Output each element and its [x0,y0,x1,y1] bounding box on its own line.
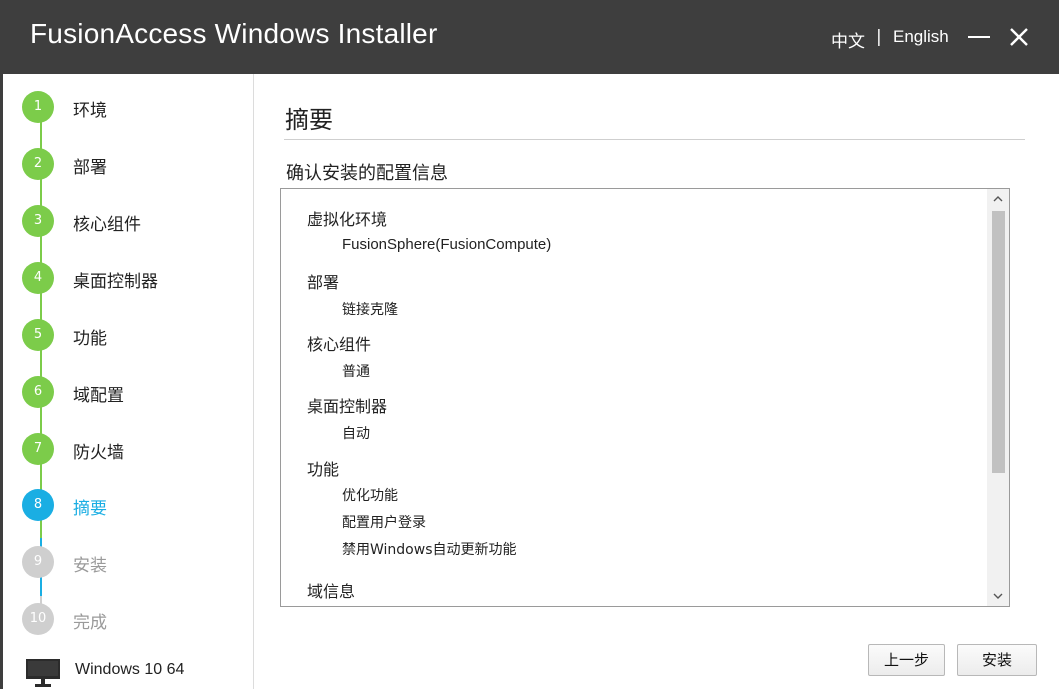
vertical-scrollbar[interactable] [987,189,1009,606]
step-label: 部署 [73,158,107,178]
step-number-badge: 6 [22,376,54,408]
summary-section-title: 功能 [307,460,340,479]
title-divider [284,139,1025,140]
summary-item: 链接克隆 [342,302,398,318]
step-number-badge: 8 [22,489,54,521]
summary-section-title: 部署 [307,273,340,292]
step-number-badge: 3 [22,205,54,237]
scroll-thumb[interactable] [992,211,1005,473]
step-label: 核心组件 [73,215,141,235]
summary-section-title: 桌面控制器 [307,397,388,416]
step-sidebar: 1 环境 2 部署 3 核心组件 4 桌面控制器 5 功能 6 域配置 7 防火… [3,74,254,689]
language-english-link[interactable]: English [893,27,949,47]
step-number-badge: 1 [22,91,54,123]
summary-section-title: 核心组件 [307,335,372,354]
scroll-down-arrow-icon[interactable] [987,586,1009,606]
summary-item: 普通 [342,364,370,380]
summary-item: FusionSphere(FusionCompute) [342,236,552,253]
previous-button[interactable]: 上一步 [868,644,945,676]
summary-item: 优化功能 [342,488,398,504]
summary-item: 禁用Windows自动更新功能 [342,542,517,558]
scroll-up-arrow-icon[interactable] [987,189,1009,209]
step-label: 防火墙 [73,443,124,463]
main-panel: 摘要 确认安装的配置信息 虚拟化环境 FusionSphere(FusionCo… [254,74,1059,689]
close-icon[interactable] [1006,24,1032,50]
step-label: 桌面控制器 [73,272,158,292]
step-number-badge: 5 [22,319,54,351]
summary-section-title: 域信息 [307,582,356,601]
language-chinese-link[interactable]: 中文 [831,27,865,52]
install-button[interactable]: 安装 [957,644,1037,676]
step-number-badge: 9 [22,546,54,578]
step-label: 摘要 [73,499,107,519]
page-subtitle: 确认安装的配置信息 [286,163,448,184]
os-info: Windows 10 64 [25,658,184,688]
step-label: 环境 [73,101,107,121]
minimize-icon[interactable] [966,24,992,50]
summary-list[interactable]: 虚拟化环境 FusionSphere(FusionCompute) 部署 链接克… [280,188,1010,607]
step-label: 域配置 [73,386,124,406]
page-title: 摘要 [285,106,333,134]
os-label: Windows 10 64 [75,661,185,678]
title-bar: FusionAccess Windows Installer 中文 | Engl… [0,0,1059,74]
step-number-badge: 4 [22,262,54,294]
step-label: 功能 [73,329,107,349]
summary-item: 配置用户登录 [342,515,426,531]
step-number-badge: 10 [22,603,54,635]
summary-content: 虚拟化环境 FusionSphere(FusionCompute) 部署 链接克… [281,189,987,606]
app-title: FusionAccess Windows Installer [30,18,438,49]
monitor-icon [26,659,60,687]
step-number-badge: 7 [22,433,54,465]
step-label: 安装 [73,556,107,576]
step-number-badge: 2 [22,148,54,180]
summary-item: 自动 [342,426,370,442]
summary-section-title: 虚拟化环境 [307,210,388,229]
language-separator: | [876,27,882,47]
step-label: 完成 [73,613,107,633]
